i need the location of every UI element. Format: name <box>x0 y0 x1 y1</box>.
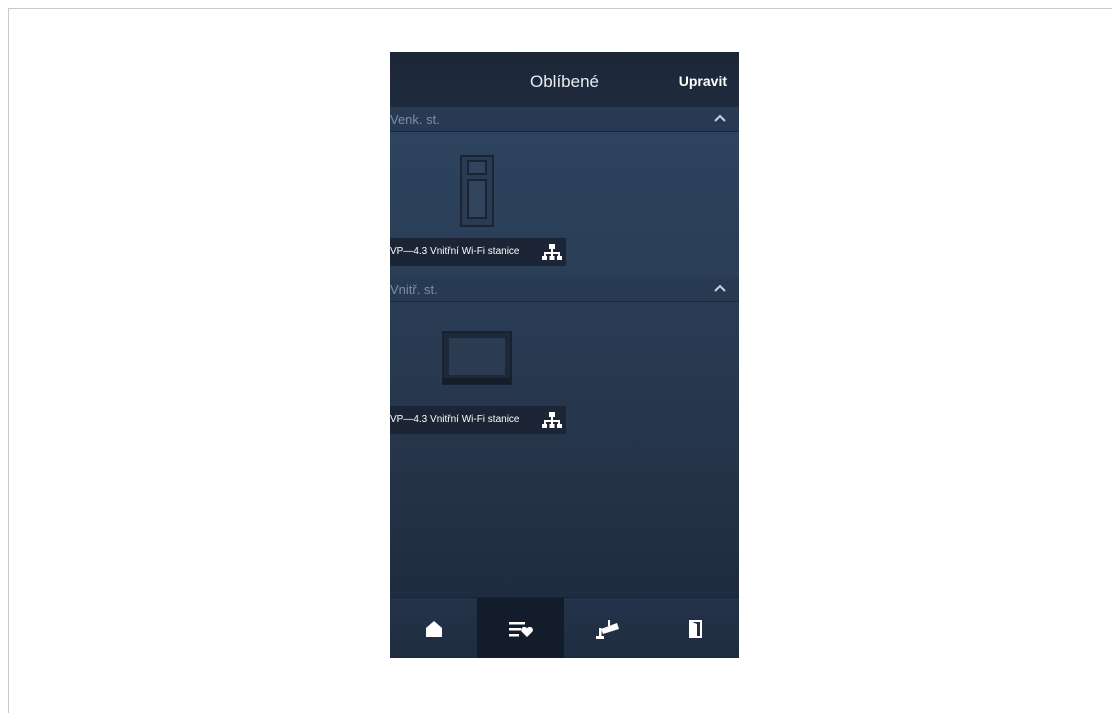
edit-button[interactable]: Upravit <box>679 73 727 89</box>
network-icon <box>542 412 562 428</box>
tab-home[interactable] <box>390 598 477 658</box>
tab-favorites[interactable] <box>477 598 564 658</box>
section-header-outdoor[interactable]: Venk. st. <box>390 107 739 132</box>
home-icon <box>425 620 442 637</box>
section-header-indoor[interactable]: Vnitř. st. <box>390 277 739 302</box>
tab-camera[interactable] <box>564 598 651 658</box>
frame-border-left <box>8 8 9 713</box>
network-icon <box>542 244 562 260</box>
bottom-nav <box>390 597 739 658</box>
favorites-list-icon <box>508 621 533 637</box>
favorite-device-indoor[interactable]: VP—4.3 Vnitřní Wi-Fi stanice <box>390 302 739 442</box>
device-name: VP—4.3 Vnitřní Wi-Fi stanice <box>390 414 520 425</box>
tab-door[interactable] <box>651 598 738 658</box>
camera-icon <box>595 619 619 639</box>
indoor-monitor-icon <box>442 331 512 385</box>
chevron-up-icon <box>714 114 726 122</box>
device-name-label: VP—4.3 Vnitřní Wi-Fi stanice <box>390 238 566 266</box>
section-title: Vnitř. st. <box>390 282 438 297</box>
device-name-label: VP—4.3 Vnitřní Wi-Fi stanice <box>390 406 566 434</box>
chevron-up-icon <box>714 284 726 292</box>
favorite-device-outdoor[interactable]: VP—4.3 Vnitřní Wi-Fi stanice <box>390 132 739 277</box>
frame-border-top <box>8 8 1112 9</box>
outdoor-station-icon <box>460 155 494 227</box>
door-icon <box>688 619 702 638</box>
app-screen: Oblíbené Upravit Venk. st. VP—4.3 Vnitřn… <box>390 52 739 658</box>
device-name: VP—4.3 Vnitřní Wi-Fi stanice <box>390 246 520 257</box>
top-bar: Oblíbené Upravit <box>390 52 739 107</box>
section-title: Venk. st. <box>390 112 440 127</box>
